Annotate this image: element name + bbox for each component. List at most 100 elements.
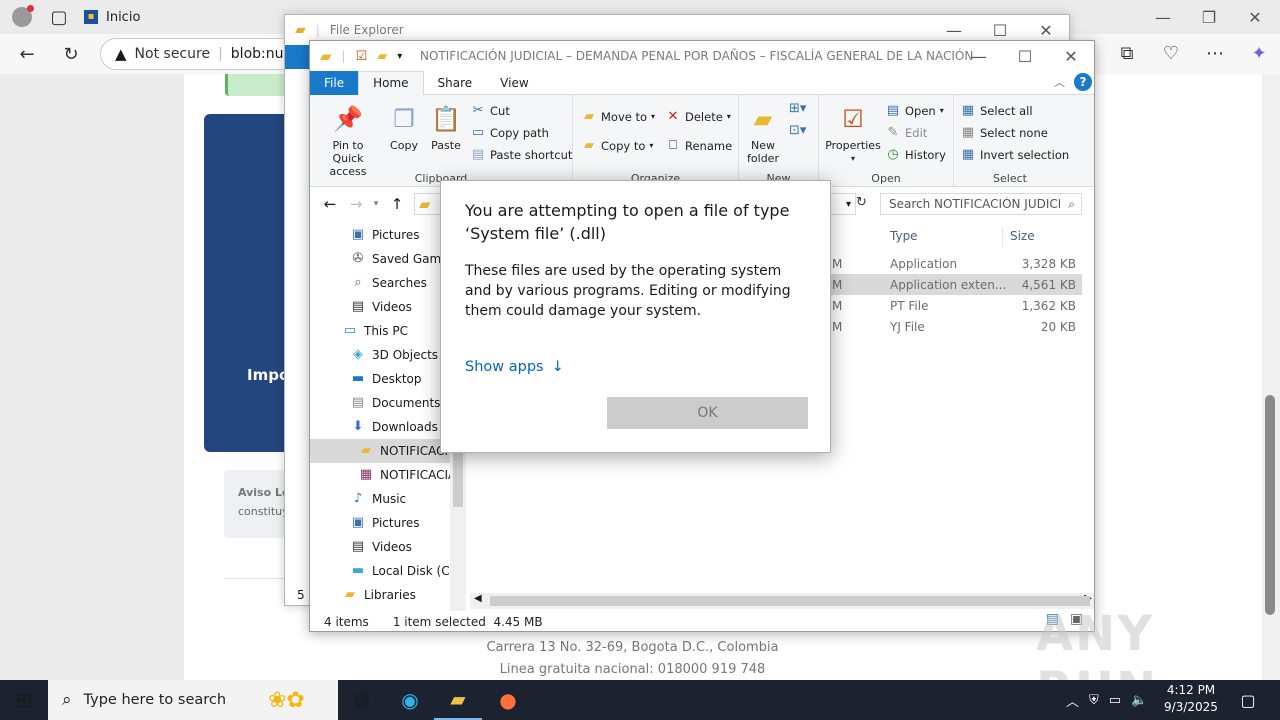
arrow-down-icon: ↓ <box>551 359 564 375</box>
show-apps-link[interactable]: Show apps ↓ <box>465 359 564 375</box>
history-button[interactable]: ◷ History <box>885 147 946 162</box>
column-header-size[interactable]: Size <box>1010 229 1035 243</box>
rename-button[interactable]: ⎕ Rename <box>665 138 732 153</box>
firefox-icon[interactable]: ● <box>484 680 532 720</box>
paste-shortcut-button[interactable]: ▤ Paste shortcut <box>470 147 573 162</box>
page-scrollbar-thumb[interactable] <box>1265 395 1275 615</box>
folder-search-input[interactable]: Search NOTIFICACIÓN JUDICI... ⌕ <box>880 193 1082 215</box>
minimize-icon[interactable]: — <box>956 41 1002 71</box>
move-to-icon: ▰ <box>584 109 594 124</box>
dialog-title: You are attempting to open a file of typ… <box>465 201 790 243</box>
properties-quick-icon[interactable]: ☑ <box>356 49 368 64</box>
browser-minimize-icon[interactable]: — <box>1140 2 1186 32</box>
column-header-type[interactable]: Type <box>890 229 918 243</box>
browser-close-icon[interactable]: ✕ <box>1232 2 1278 32</box>
refresh-icon[interactable]: ↻ <box>56 39 86 69</box>
copy-path-button[interactable]: ▭ Copy path <box>470 125 549 140</box>
notifications-icon[interactable]: ▢ <box>1224 680 1272 720</box>
nav-forward-icon[interactable]: → <box>344 195 368 213</box>
copy-icon: ❐ <box>393 104 415 133</box>
file-explorer-taskbar-icon[interactable]: ▰ <box>434 680 482 720</box>
tab-home[interactable]: Home <box>358 70 424 95</box>
search-icon: ⌕ <box>62 690 72 710</box>
delete-button[interactable]: ✕ Delete ▾ <box>665 109 731 124</box>
hero-card: Impo <box>204 114 294 452</box>
libraries-icon: ▰ <box>345 587 355 602</box>
maximize-icon[interactable]: ☐ <box>1002 41 1048 71</box>
properties-button[interactable]: ☑ Properties ▾ <box>823 103 883 165</box>
help-icon[interactable]: ? <box>1074 73 1092 91</box>
taskbar-clock[interactable]: 4:12 PM 9/3/2025 <box>1160 682 1222 716</box>
invert-selection-button[interactable]: ▦ Invert selection <box>960 147 1069 162</box>
recent-locations-icon[interactable]: ▾ <box>368 199 384 209</box>
copy-button[interactable]: ❐ Copy <box>386 103 422 153</box>
volume-icon[interactable]: 🔈 <box>1131 693 1147 708</box>
start-windows-icon[interactable]: ⊞ <box>0 680 48 720</box>
disk-icon: ▬ <box>351 563 365 578</box>
tab-inicio[interactable]: ▪ Inicio <box>74 0 274 34</box>
tab-actions-icon[interactable]: ▢ <box>44 0 74 34</box>
explorer-titlebar[interactable]: ▰ | ☑ ▰ ▾ NOTIFICACIÓN JUDICIAL – DEMAND… <box>310 41 1094 71</box>
nav-back-icon[interactable]: ← <box>316 195 344 213</box>
nav-up-icon[interactable]: ↑ <box>384 195 410 213</box>
clipboard-group: 📌 Pin to Quick access ❐ Copy 📋 Paste ✂ Cu… <box>310 95 573 187</box>
history-icon: ◷ <box>887 147 899 162</box>
quick-access-dropdown-icon[interactable]: ▾ <box>397 51 402 62</box>
tray-overflow-icon[interactable]: ︿ <box>1066 691 1079 710</box>
paste-shortcut-icon: ▤ <box>471 147 485 162</box>
paste-button[interactable]: 📋 Paste <box>428 103 464 153</box>
browser-restore-icon[interactable]: ❐ <box>1186 2 1232 32</box>
refresh-folder-icon[interactable]: ↻ <box>856 195 867 210</box>
move-to-button[interactable]: ▰ Move to ▾ <box>581 109 655 124</box>
organize-group: ▰ Move to ▾ ▰ Copy to ▾ ✕ Delete ▾ ⎕ Rename Org… <box>573 95 739 187</box>
tab-view[interactable]: View <box>486 71 542 95</box>
new-group: ▰ New folder ⊞▾ ⊡▾ New <box>739 95 819 187</box>
edit-button[interactable]: ✎ Edit <box>885 125 928 140</box>
pin-quick-access-button[interactable]: 📌 Pin to Quick access <box>316 103 380 179</box>
close-icon[interactable]: ✕ <box>1048 41 1094 71</box>
list-horizontal-thumb[interactable] <box>490 596 1090 606</box>
tree-item-videos-2[interactable]: ▤ Videos <box>310 535 466 559</box>
saved-games-icon: ✇ <box>352 251 364 266</box>
browser-essentials-icon[interactable]: ♡ <box>1156 38 1186 68</box>
network-security-icon[interactable]: ⛨ <box>1089 693 1099 708</box>
network-icon[interactable]: ▭ <box>1109 693 1121 708</box>
edge-browser-icon[interactable]: ◉ <box>386 680 434 720</box>
task-view-icon[interactable]: ⧉ <box>338 680 386 720</box>
ok-button[interactable]: OK <box>607 397 808 429</box>
explorer-title: NOTIFICACIÓN JUDICIAL – DEMANDA PENAL PO… <box>420 49 974 63</box>
cut-button[interactable]: ✂ Cut <box>470 103 510 118</box>
tab-share[interactable]: Share <box>424 71 487 95</box>
back-icon[interactable]: ← <box>12 39 42 69</box>
desktop-icon: ▬ <box>351 371 365 386</box>
copy-path-icon: ▭ <box>471 125 485 140</box>
breadcrumb-dropdown-icon[interactable]: ▾ <box>846 199 851 210</box>
more-icon[interactable]: ⋯ <box>1200 38 1230 68</box>
easy-access-icon[interactable]: ⊡▾ <box>789 123 806 138</box>
properties-icon: ☑ <box>842 104 864 133</box>
scissors-icon: ✂ <box>472 103 484 118</box>
open-button[interactable]: ▤ Open ▾ <box>885 103 944 118</box>
copy-to-button[interactable]: ▰ Copy to ▾ <box>581 138 653 153</box>
new-item-icon[interactable]: ⊞▾ <box>789 101 806 116</box>
new-folder-quick-icon[interactable]: ▰ <box>377 49 387 64</box>
profile-avatar[interactable] <box>0 0 44 34</box>
select-none-button[interactable]: ▦ Select none <box>960 125 1048 140</box>
collapse-ribbon-icon[interactable]: ︿ <box>1054 74 1065 90</box>
tree-item-local-disk[interactable]: ▬ Local Disk (C:) <box>310 559 466 583</box>
new-folder-button[interactable]: ▰ New folder <box>741 103 785 166</box>
tab-file[interactable]: File <box>310 70 359 95</box>
select-all-button[interactable]: ▦ Select all <box>960 103 1033 118</box>
tree-item-music[interactable]: ♪ Music <box>310 487 466 511</box>
collections-icon[interactable]: ⧉ <box>1112 38 1142 68</box>
music-icon: ♪ <box>353 491 363 506</box>
tree-item-pictures-2[interactable]: ▣ Pictures <box>310 511 466 535</box>
copilot-icon[interactable]: ✦ <box>1244 38 1274 68</box>
tree-item-libraries[interactable]: ▰ Libraries <box>310 583 466 607</box>
pc-icon: ▭ <box>343 323 357 338</box>
select-label: Select <box>993 172 1027 185</box>
tree-item-notificacion-archive[interactable]: ▦ NOTIFICACIÃ <box>310 463 466 487</box>
scroll-left-icon[interactable]: ◀ <box>474 593 482 604</box>
taskbar-search[interactable]: ⌕ Type here to search ❀✿ <box>48 680 338 720</box>
pictures-icon: ▣ <box>351 515 365 530</box>
